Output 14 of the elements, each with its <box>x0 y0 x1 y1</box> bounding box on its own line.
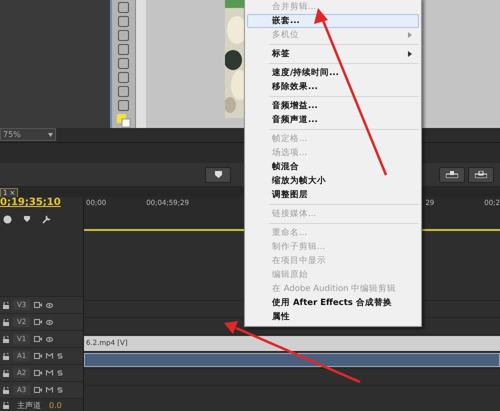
timecode[interactable]: 0;19;35;10 <box>0 197 83 211</box>
track-name: 主声道 <box>17 400 41 410</box>
menu-item[interactable]: 调整图层 <box>247 188 419 202</box>
menu-item[interactable]: 属性 <box>247 310 419 324</box>
menu-item[interactable]: 音频声道... <box>247 113 419 127</box>
menu-item[interactable]: 移除效果... <box>247 80 419 94</box>
menu-item[interactable]: 使用 After Effects 合成替换 <box>247 296 419 310</box>
menu-item[interactable]: 速度/持续时间... <box>247 66 419 80</box>
menu-item[interactable]: 音频增益... <box>247 99 419 113</box>
volume-value[interactable]: 0.0 <box>49 400 62 410</box>
menu-item[interactable]: 标签 <box>247 47 419 61</box>
zoom-dropdown[interactable]: 75% <box>0 128 56 142</box>
menu-item[interactable]: 帧混合 <box>247 160 419 174</box>
menu-item[interactable]: 嵌套... <box>247 14 419 28</box>
